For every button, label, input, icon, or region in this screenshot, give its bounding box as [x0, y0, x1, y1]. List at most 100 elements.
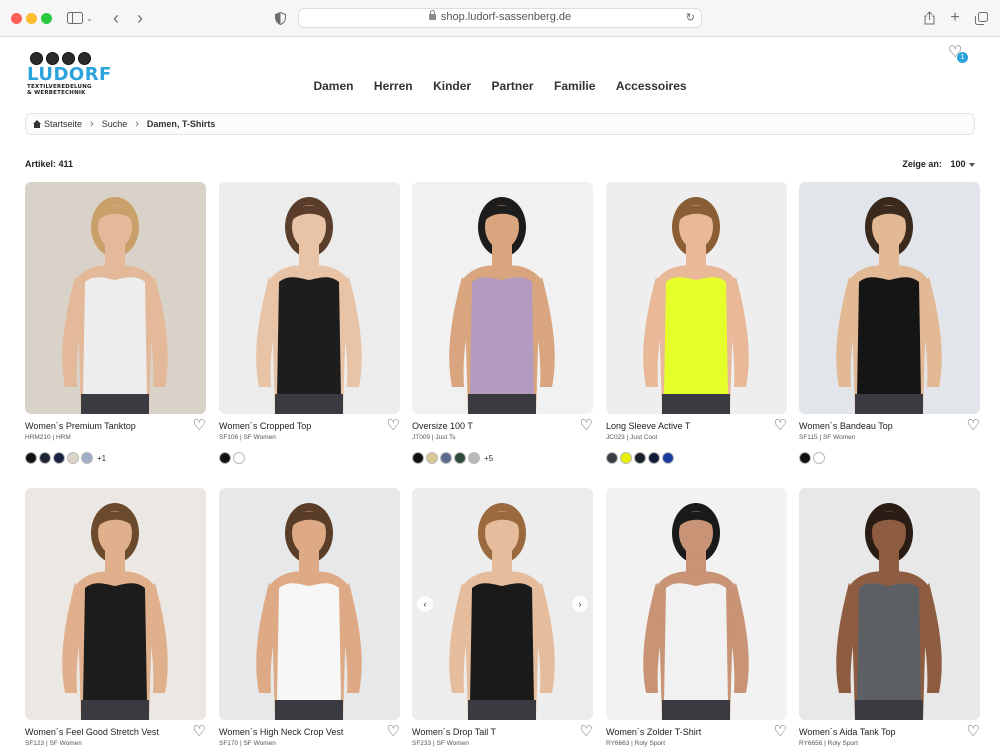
wishlist-heart-icon[interactable]: ♡ — [967, 724, 980, 739]
product-sku: JT009 | Just Ts — [412, 434, 456, 441]
product-name[interactable]: Women´s Drop Tail T — [412, 727, 496, 737]
address-bar[interactable]: shop.ludorf-sassenberg.de ↻ — [298, 8, 702, 28]
model-figure — [449, 197, 555, 414]
product-card[interactable]: Women´s Feel Good Stretch Vest SF123 | SF… — [25, 488, 206, 750]
product-image[interactable] — [606, 488, 787, 720]
nav-item-damen[interactable]: Damen — [313, 79, 353, 93]
color-swatch[interactable] — [81, 452, 93, 464]
color-swatches — [606, 452, 674, 464]
color-swatch[interactable] — [813, 452, 825, 464]
wishlist-heart-icon[interactable]: ♡ — [193, 724, 206, 739]
share-icon[interactable] — [920, 8, 938, 28]
color-swatches — [799, 452, 825, 464]
nav-item-herren[interactable]: Herren — [374, 79, 413, 93]
model-figure — [62, 197, 168, 414]
color-swatches: +5 — [412, 452, 493, 464]
new-tab-icon[interactable]: + — [946, 8, 964, 28]
color-swatch[interactable] — [219, 452, 231, 464]
zoom-window-button[interactable] — [41, 13, 52, 24]
color-swatches — [219, 452, 245, 464]
carousel-next-button[interactable]: › — [572, 596, 588, 612]
model-figure — [643, 197, 749, 414]
product-card[interactable]: Women´s Cropped Top SF106 | SF Women ♡ — [219, 182, 400, 464]
product-image[interactable] — [219, 488, 400, 720]
product-name[interactable]: Women´s Feel Good Stretch Vest — [25, 727, 159, 737]
reload-icon[interactable]: ↻ — [686, 11, 695, 24]
nav-item-kinder[interactable]: Kinder — [433, 79, 471, 93]
carousel-prev-button[interactable]: ‹ — [417, 596, 433, 612]
product-card[interactable]: Women´s Bandeau Top SF115 | SF Women ♡ — [799, 182, 980, 464]
product-card[interactable]: Oversize 100 T JT009 | Just Ts ♡ +5 — [412, 182, 593, 464]
product-name[interactable]: Women´s High Neck Crop Vest — [219, 727, 343, 737]
product-image[interactable] — [799, 182, 980, 414]
sidebar-toggle-icon[interactable]: ⌄ — [66, 8, 94, 28]
product-card[interactable]: Women´s Zolder T-Shirt RY6663 | Roly Spor… — [606, 488, 787, 750]
breadcrumb-home[interactable]: Startseite — [44, 119, 82, 129]
minimize-window-button[interactable] — [26, 13, 37, 24]
product-image[interactable] — [25, 488, 206, 720]
product-card[interactable]: Women´s Aida Tank Top RY6656 | Roly Sport… — [799, 488, 980, 750]
wishlist-heart-icon[interactable]: ♡ — [580, 418, 593, 433]
product-name[interactable]: Women´s Aida Tank Top — [799, 727, 896, 737]
wishlist-heart-icon[interactable]: ♡ — [193, 418, 206, 433]
product-name[interactable]: Women´s Premium Tanktop — [25, 421, 136, 431]
nav-item-familie[interactable]: Familie — [554, 79, 595, 93]
color-swatch[interactable] — [412, 452, 424, 464]
forward-icon[interactable]: › — [132, 8, 148, 28]
privacy-shield-icon[interactable] — [272, 8, 288, 28]
product-sku: SF170 | SF Women — [219, 740, 276, 747]
more-colors-label[interactable]: +1 — [97, 454, 106, 463]
nav-item-accessoires[interactable]: Accessoires — [616, 79, 687, 93]
more-colors-label[interactable]: +5 — [484, 454, 493, 463]
nav-item-partner[interactable]: Partner — [492, 79, 534, 93]
product-image[interactable] — [412, 182, 593, 414]
color-swatch[interactable] — [454, 452, 466, 464]
url-text: shop.ludorf-sassenberg.de — [440, 11, 572, 23]
color-swatch[interactable] — [426, 452, 438, 464]
back-icon[interactable]: ‹ — [108, 8, 124, 28]
color-swatch[interactable] — [606, 452, 618, 464]
wishlist-heart-icon[interactable]: ♡ — [774, 724, 787, 739]
product-image[interactable] — [799, 488, 980, 720]
product-name[interactable]: Women´s Bandeau Top — [799, 421, 893, 431]
main-nav: Damen Herren Kinder Partner Familie Acce… — [0, 77, 1000, 95]
product-image[interactable] — [606, 182, 787, 414]
product-name[interactable]: Women´s Zolder T-Shirt — [606, 727, 701, 737]
color-swatch[interactable] — [25, 452, 37, 464]
color-swatch[interactable] — [67, 452, 79, 464]
close-window-button[interactable] — [11, 13, 22, 24]
chevron-right-icon: › — [90, 118, 94, 130]
product-card[interactable]: Long Sleeve Active T JC023 | Just Cool ♡ — [606, 182, 787, 464]
product-image[interactable] — [25, 182, 206, 414]
wishlist-heart-icon[interactable]: ♡ — [387, 724, 400, 739]
product-image[interactable] — [219, 182, 400, 414]
wishlist-heart-icon[interactable]: ♡ — [967, 418, 980, 433]
product-name[interactable]: Women´s Cropped Top — [219, 421, 311, 431]
color-swatch[interactable] — [662, 452, 674, 464]
product-name[interactable]: Oversize 100 T — [412, 421, 473, 431]
product-image[interactable]: ‹ › — [412, 488, 593, 720]
color-swatch[interactable] — [634, 452, 646, 464]
product-name[interactable]: Long Sleeve Active T — [606, 421, 690, 431]
wishlist-button[interactable]: ♡ 1 — [948, 45, 968, 65]
browser-window: ⌄ ‹ › shop.ludorf-sassenberg.de ↻ + LUDO… — [0, 0, 1000, 750]
product-card[interactable]: ‹ › Women´s Drop Tail T SF233 | SF Women ♡ — [412, 488, 593, 750]
tab-overview-icon[interactable] — [972, 8, 990, 28]
color-swatch[interactable] — [620, 452, 632, 464]
color-swatch[interactable] — [440, 452, 452, 464]
wishlist-heart-icon[interactable]: ♡ — [580, 724, 593, 739]
breadcrumb-search[interactable]: Suche — [102, 119, 128, 129]
product-card[interactable]: Women´s Premium Tanktop HRM210 | HRM ♡ +1 — [25, 182, 206, 464]
color-swatch[interactable] — [468, 452, 480, 464]
wishlist-heart-icon[interactable]: ♡ — [387, 418, 400, 433]
product-card[interactable]: Women´s High Neck Crop Vest SF170 | SF Wo… — [219, 488, 400, 750]
color-swatch[interactable] — [53, 452, 65, 464]
breadcrumb-current: Damen, T-Shirts — [146, 119, 216, 129]
model-figure — [62, 503, 168, 720]
color-swatch[interactable] — [648, 452, 660, 464]
color-swatch[interactable] — [39, 452, 51, 464]
color-swatch[interactable] — [233, 452, 245, 464]
color-swatch[interactable] — [799, 452, 811, 464]
wishlist-heart-icon[interactable]: ♡ — [774, 418, 787, 433]
page-size-selector[interactable]: Zeige an: 100 — [902, 159, 975, 169]
